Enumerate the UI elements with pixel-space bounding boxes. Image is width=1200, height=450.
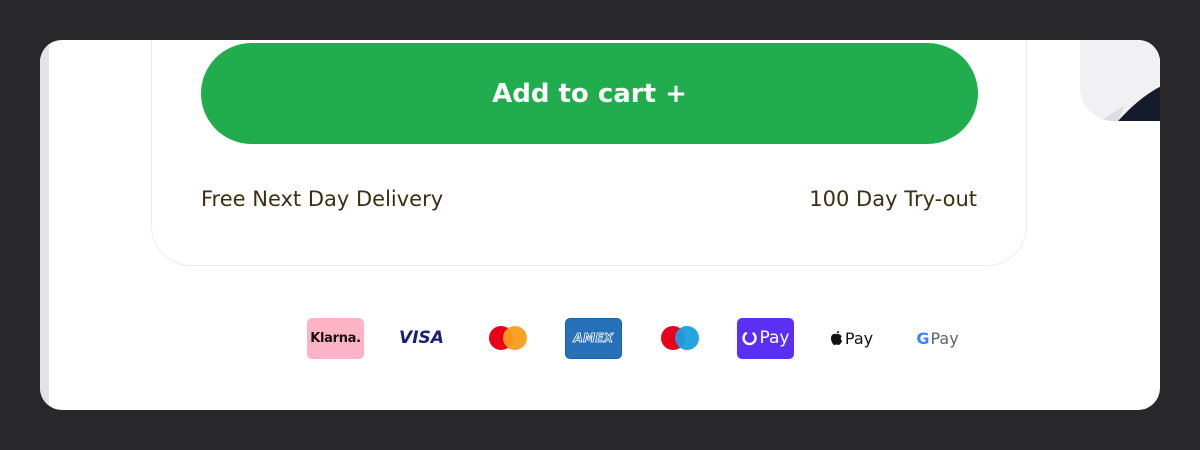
klarna-icon: Klarna. [307,317,364,359]
maestro-icon [651,318,708,359]
shop-pay-mark-icon [741,332,757,346]
google-pay-icon: G Pay [916,328,959,348]
amex-icon: AMEX [565,317,622,359]
shop-pay-icon: Pay [737,317,794,359]
product-panel: Add to cart + Free Next Day Delivery 100… [40,40,1160,410]
product-thumbnail[interactable] [1080,40,1160,121]
apple-logo-icon [830,330,843,345]
apple-pay-icon: Pay [823,318,880,359]
try-out-label: 100 Day Try-out [809,187,977,211]
mastercard-icon [479,318,536,359]
payment-methods-row: Klarna. VISA AMEX Pay Pay G Pay [307,317,966,359]
left-edge-strip [40,40,49,410]
visa-icon: VISA [399,328,444,348]
free-delivery-label: Free Next Day Delivery [201,187,444,211]
add-to-cart-button[interactable]: Add to cart + [201,43,978,144]
thumbnail-image [1080,40,1160,121]
